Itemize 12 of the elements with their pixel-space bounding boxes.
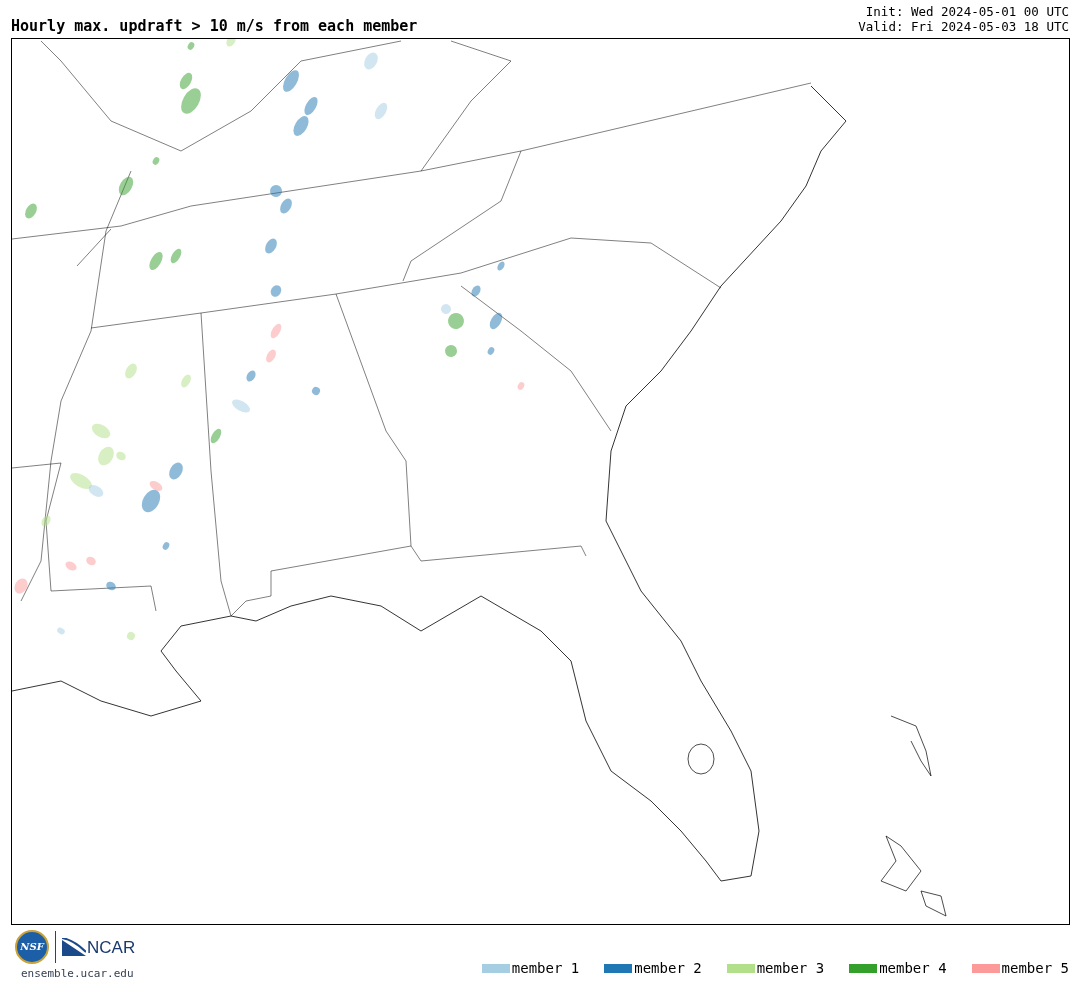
valid-time: Valid: Fri 2024-05-03 18 UTC [858,19,1069,34]
chart-title: Hourly max. updraft > 10 m/s from each member [11,19,418,34]
legend-label: member 3 [756,959,825,978]
legend-label: member 5 [1001,959,1069,978]
legend-label: member 4 [879,959,947,978]
legend-label: member 2 [634,959,702,978]
legend-label: member 1 [511,959,580,978]
wave-icon [62,937,86,956]
init-time: Init: Wed 2024-05-01 00 UTC [865,4,1069,19]
ncar-logo: NCAR [87,938,136,956]
nsf-logo: NSF [15,929,49,964]
site-url: ensemble.ucar.edu [20,965,134,982]
